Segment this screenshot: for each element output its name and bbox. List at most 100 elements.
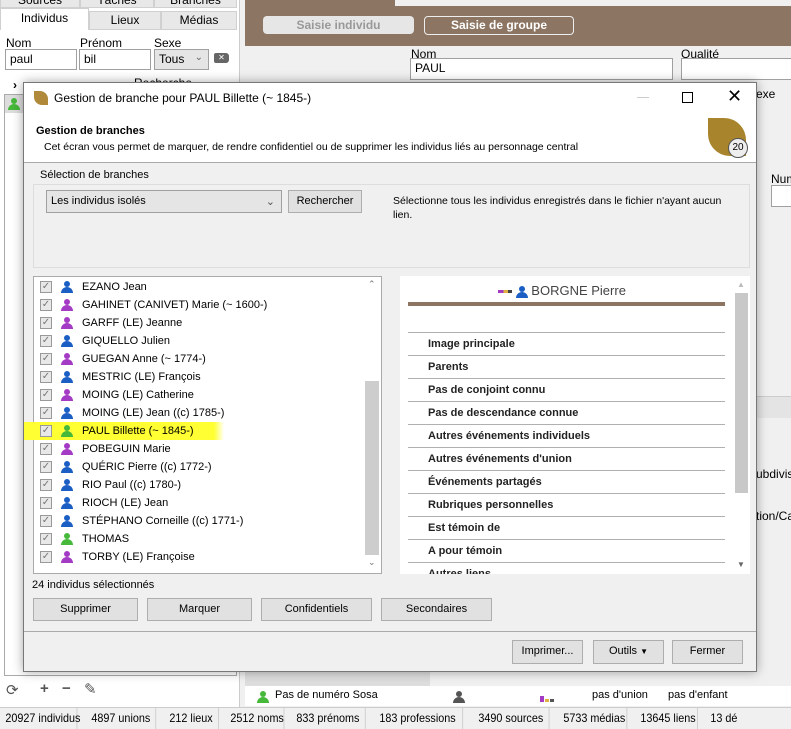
stat-unions: 4897 unions: [86, 708, 157, 729]
individual-row[interactable]: ✓ GAHINET (CANIVET) Marie (~ 1600-): [34, 296, 381, 314]
detail-section[interactable]: Rubriques personnelles: [408, 493, 725, 516]
checkbox[interactable]: ✓: [40, 407, 52, 419]
individual-row[interactable]: ✓ EZANO Jean: [34, 278, 381, 296]
individual-row[interactable]: ✓ GUEGAN Anne (~ 1774-): [34, 350, 381, 368]
scroll-thumb[interactable]: [365, 381, 379, 555]
remove-icon[interactable]: −: [62, 680, 71, 697]
tab-individus[interactable]: Individus: [0, 8, 89, 30]
checkbox[interactable]: ✓: [40, 425, 52, 437]
individual-row[interactable]: ✓ MOING (LE) Catherine: [34, 386, 381, 404]
prenom-search-input[interactable]: bil: [79, 49, 151, 70]
search-button[interactable]: Rechercher: [288, 190, 362, 213]
person-icon: [61, 551, 73, 563]
add-icon[interactable]: +: [40, 680, 49, 697]
stat-professions: 183 professions: [374, 708, 464, 729]
checkbox[interactable]: ✓: [40, 461, 52, 473]
checkbox[interactable]: ✓: [40, 281, 52, 293]
fermer-button[interactable]: Fermer: [672, 640, 743, 664]
detail-section[interactable]: Est témoin de: [408, 516, 725, 539]
tab-lieux[interactable]: Lieux: [89, 11, 161, 30]
individual-name: RIOCH (LE) Jean: [82, 497, 169, 509]
individual-row[interactable]: ✓ QUÉRIC Pierre ((c) 1772-): [34, 458, 381, 476]
saisie-groupe-button[interactable]: Saisie de groupe: [424, 16, 574, 35]
sosa-person-icon: [257, 690, 269, 703]
tab-sources[interactable]: Sources: [0, 0, 80, 8]
scroll-up-icon[interactable]: ⌃: [368, 279, 376, 290]
branch-select-value: Les individus isolés: [51, 195, 146, 207]
checkbox[interactable]: ✓: [40, 317, 52, 329]
color-bars-icon: [540, 696, 544, 702]
detail-section[interactable]: Autres liens: [408, 562, 725, 574]
individual-row[interactable]: ✓ MOING (LE) Jean ((c) 1785-): [34, 404, 381, 422]
detail-section[interactable]: Événements partagés: [408, 470, 725, 493]
checkbox[interactable]: ✓: [40, 389, 52, 401]
checkbox[interactable]: ✓: [40, 551, 52, 563]
main-nom-input[interactable]: PAUL: [410, 58, 673, 80]
supprimer-button[interactable]: Supprimer: [33, 598, 138, 621]
checkbox[interactable]: ✓: [40, 443, 52, 455]
stat-individus: 20927 individus: [0, 708, 80, 729]
tab-taches[interactable]: Tâches: [80, 0, 154, 8]
branch-select[interactable]: Les individus isolés ⌄: [46, 190, 282, 213]
tab-branches[interactable]: Branches: [154, 0, 237, 8]
individual-row[interactable]: ✓ THOMAS: [34, 530, 381, 548]
individual-row[interactable]: ✓ RIOCH (LE) Jean: [34, 494, 381, 512]
close-button[interactable]: ✕: [727, 86, 742, 107]
refresh-icon[interactable]: ⟳: [6, 681, 19, 699]
detail-section[interactable]: A pour témoin: [408, 539, 725, 562]
checkbox[interactable]: ✓: [40, 335, 52, 347]
individual-row[interactable]: ✓ GARFF (LE) Jeanne: [34, 314, 381, 332]
saisie-individu-button[interactable]: Saisie individu: [263, 16, 414, 34]
chevron-right-icon[interactable]: ›: [13, 78, 17, 92]
select-description: Sélectionne tous les individus enregistr…: [393, 195, 722, 221]
color-bar: [550, 699, 554, 702]
individual-row[interactable]: ✓ POBEGUIN Marie: [34, 440, 381, 458]
imprimer-button[interactable]: Imprimer...: [512, 640, 583, 664]
sexe-select[interactable]: Tous ⌄: [154, 49, 209, 70]
detail-section[interactable]: Autres événements individuels: [408, 424, 725, 447]
sexe-value: Tous: [159, 52, 185, 66]
tab-medias[interactable]: Médias: [161, 11, 237, 30]
clear-icon[interactable]: ✕: [214, 53, 229, 63]
detail-section[interactable]: Autres événements d'union: [408, 447, 725, 470]
scroll-up-icon[interactable]: ▲: [737, 280, 745, 289]
stat-liens: 13645 liens: [635, 708, 698, 729]
individual-row[interactable]: ✓ STÉPHANO Corneille ((c) 1771-): [34, 512, 381, 530]
outils-button[interactable]: Outils ▼: [593, 640, 664, 664]
checkbox[interactable]: ✓: [40, 353, 52, 365]
individual-row[interactable]: ✓ TORBY (LE) Françoise: [34, 548, 381, 566]
maximize-button[interactable]: [682, 92, 693, 103]
confidentiels-button[interactable]: Confidentiels: [261, 598, 372, 621]
person-icon: [61, 389, 73, 401]
secondaires-button[interactable]: Secondaires: [381, 598, 492, 621]
qualite-input[interactable]: [681, 58, 791, 80]
nom-search-input[interactable]: paul: [5, 49, 77, 70]
individual-row[interactable]: ✓ MESTRIC (LE) François: [34, 368, 381, 386]
scroll-down-icon[interactable]: ⌄: [368, 557, 376, 568]
num-input[interactable]: [771, 185, 791, 207]
checkbox[interactable]: ✓: [40, 533, 52, 545]
checkbox[interactable]: ✓: [40, 371, 52, 383]
detail-section[interactable]: Image principale: [408, 332, 725, 355]
checkbox[interactable]: ✓: [40, 515, 52, 527]
scroll-down-icon[interactable]: ▼: [737, 560, 745, 569]
minimize-button[interactable]: [637, 97, 649, 98]
checkbox[interactable]: ✓: [40, 497, 52, 509]
individual-name: STÉPHANO Corneille ((c) 1771-): [82, 515, 244, 527]
detail-section[interactable]: Pas de conjoint connu: [408, 378, 725, 401]
individual-row[interactable]: ✓ RIO Paul ((c) 1780-): [34, 476, 381, 494]
individuals-list[interactable]: ✓ EZANO Jean ✓ GAHINET (CANIVET) Marie (~ 1…: [24, 276, 391, 574]
scroll-thumb[interactable]: [735, 293, 748, 493]
detail-section[interactable]: Pas de descendance connue: [408, 401, 725, 424]
list-scrollbar[interactable]: ⌃ ⌄: [364, 277, 381, 573]
checkbox[interactable]: ✓: [40, 479, 52, 491]
individual-row[interactable]: ✓ GIQUELLO Julien: [34, 332, 381, 350]
detail-scrollbar[interactable]: ▲ ▼: [733, 276, 750, 574]
checkbox[interactable]: ✓: [40, 299, 52, 311]
individual-name: GAHINET (CANIVET) Marie (~ 1600-): [82, 299, 268, 311]
individual-row[interactable]: ✓ PAUL Billette (~ 1845-): [24, 422, 391, 440]
status-bar: 20927 individus 4897 unions 212 lieux 25…: [0, 707, 791, 729]
edit-icon[interactable]: ✎: [84, 680, 97, 698]
detail-section[interactable]: Parents: [408, 355, 725, 378]
marquer-button[interactable]: Marquer: [147, 598, 252, 621]
